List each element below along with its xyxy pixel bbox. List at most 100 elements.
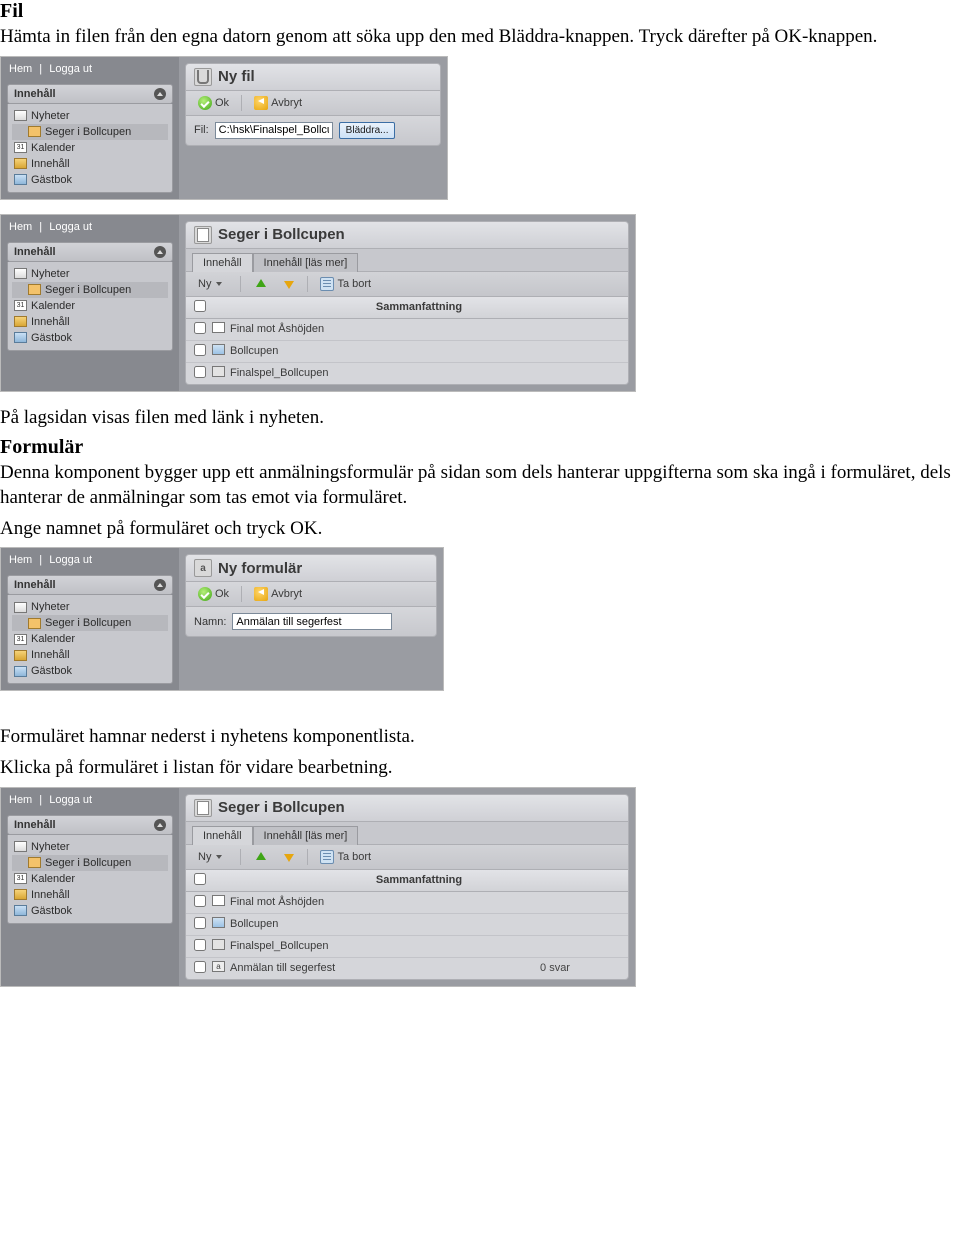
table-row[interactable]: Bollcupen — [186, 914, 628, 936]
folder-icon — [14, 158, 27, 169]
move-down-button[interactable] — [277, 849, 299, 865]
sidebar-item[interactable]: Innehåll — [12, 314, 168, 330]
book-icon — [14, 332, 27, 343]
table-row[interactable]: Anmälan till segerfest0 svar — [186, 958, 628, 979]
nav-logout-link[interactable]: Logga ut — [49, 794, 92, 806]
tab-innehall[interactable]: Innehåll — [192, 253, 253, 272]
sidebar-item[interactable]: Nyheter — [12, 108, 168, 124]
screenshot-content-list: Hem | Logga ut Innehåll Nyheter Seger i B… — [0, 214, 636, 392]
frm-icon — [212, 961, 225, 972]
row-summary: 0 svar — [490, 962, 620, 974]
ok-button[interactable]: Ok — [194, 95, 233, 111]
sidebar-item[interactable]: Innehåll — [12, 647, 168, 663]
remove-button[interactable]: Ta bort — [316, 849, 375, 865]
sidebar-item[interactable]: Nyheter — [12, 599, 168, 615]
row-checkbox[interactable] — [194, 961, 206, 973]
file-path-input[interactable] — [215, 122, 333, 139]
sidebar-item[interactable]: Innehåll — [12, 887, 168, 903]
nav-home-link[interactable]: Hem — [9, 554, 32, 566]
row-name: Finalspel_Bollcupen — [230, 940, 490, 952]
sidebar-item-label: Nyheter — [31, 268, 70, 280]
screenshot-content-list-with-form: Hem | Logga ut Innehåll NyheterSeger i B… — [0, 787, 636, 987]
row-name: Bollcupen — [230, 918, 490, 930]
top-nav: Hem | Logga ut — [1, 215, 179, 239]
sidebar-item[interactable]: Kalender — [12, 871, 168, 887]
select-all-checkbox[interactable] — [194, 300, 206, 312]
remove-label: Ta bort — [337, 278, 371, 290]
sidebar-nav: NyheterSeger i BollcupenKalenderInnehåll… — [7, 595, 173, 684]
move-down-button[interactable] — [277, 276, 299, 292]
nav-home-link[interactable]: Hem — [9, 794, 32, 806]
book-icon — [14, 174, 27, 185]
cancel-button[interactable]: Avbryt — [250, 586, 306, 602]
sidebar-item-label: Nyheter — [31, 841, 70, 853]
nav-logout-link[interactable]: Logga ut — [49, 63, 92, 75]
nav-logout-link[interactable]: Logga ut — [49, 554, 92, 566]
sidebar-item[interactable]: Nyheter — [12, 266, 168, 282]
sidebar-item[interactable]: Seger i Bollcupen — [12, 282, 168, 298]
box-icon — [28, 618, 41, 629]
sidebar-item[interactable]: Innehåll — [12, 156, 168, 172]
nav-logout-link[interactable]: Logga ut — [49, 221, 92, 233]
row-checkbox[interactable] — [194, 895, 206, 907]
sidebar-item[interactable]: Seger i Bollcupen — [12, 124, 168, 140]
cancel-button[interactable]: Avbryt — [250, 95, 306, 111]
cancel-icon — [254, 96, 268, 110]
row-checkbox[interactable] — [194, 344, 206, 356]
sidebar-item[interactable]: Seger i Bollcupen — [12, 855, 168, 871]
table-row[interactable]: Bollcupen — [186, 341, 628, 363]
table-body: Final mot Åshöjden Bollcupen Finalspel_Bol… — [186, 319, 628, 384]
table-row[interactable]: Finalspel_Bollcupen — [186, 363, 628, 384]
new-dropdown[interactable]: Ny — [194, 276, 232, 292]
sidebar-section-label: Innehåll — [14, 246, 56, 258]
sidebar-section-header[interactable]: Innehåll — [7, 575, 173, 595]
panel-title: Seger i Bollcupen — [218, 799, 345, 816]
sidebar-item[interactable]: Gästbok — [12, 330, 168, 346]
name-input[interactable] — [232, 613, 392, 630]
row-checkbox[interactable] — [194, 917, 206, 929]
move-up-button[interactable] — [249, 276, 271, 292]
chevron-down-icon — [214, 277, 228, 291]
sidebar-section-header[interactable]: Innehåll — [7, 815, 173, 835]
nav-home-link[interactable]: Hem — [9, 63, 32, 75]
sidebar-section-header[interactable]: Innehåll — [7, 242, 173, 262]
nav-home-link[interactable]: Hem — [9, 221, 32, 233]
arrow-down-icon — [281, 277, 295, 291]
row-name: Final mot Åshöjden — [230, 323, 490, 335]
tab-innehall[interactable]: Innehåll — [192, 826, 253, 845]
select-all-checkbox[interactable] — [194, 873, 206, 885]
table-row[interactable]: Final mot Åshöjden — [186, 892, 628, 914]
box-icon — [28, 857, 41, 868]
arrow-up-icon — [253, 850, 267, 864]
sidebar-section-header[interactable]: Innehåll — [7, 84, 173, 104]
cal-icon — [14, 634, 27, 645]
tab-innehall-lasmer[interactable]: Innehåll [läs mer] — [253, 253, 359, 272]
nav-separator: | — [39, 63, 42, 75]
sidebar-item[interactable]: Kalender — [12, 140, 168, 156]
sidebar-item[interactable]: Kalender — [12, 631, 168, 647]
sidebar-item[interactable]: Gästbok — [12, 903, 168, 919]
row-checkbox[interactable] — [194, 366, 206, 378]
page-icon — [194, 799, 212, 817]
ok-label: Ok — [215, 588, 229, 600]
txt-icon — [212, 322, 225, 333]
sidebar-item[interactable]: Gästbok — [12, 663, 168, 679]
book-icon — [14, 905, 27, 916]
table-row[interactable]: Finalspel_Bollcupen — [186, 936, 628, 958]
sidebar-item[interactable]: Kalender — [12, 298, 168, 314]
sidebar-item[interactable]: Seger i Bollcupen — [12, 615, 168, 631]
row-checkbox[interactable] — [194, 939, 206, 951]
list-toolbar: Ny Ta bort — [185, 272, 629, 297]
tab-innehall-lasmer[interactable]: Innehåll [läs mer] — [253, 826, 359, 845]
panel-header: a Ny formulär — [185, 554, 437, 582]
remove-button[interactable]: Ta bort — [316, 276, 375, 292]
browse-button[interactable]: Bläddra... — [339, 122, 396, 139]
sidebar-item[interactable]: Nyheter — [12, 839, 168, 855]
new-dropdown[interactable]: Ny — [194, 849, 232, 865]
table-row[interactable]: Final mot Åshöjden — [186, 319, 628, 341]
move-up-button[interactable] — [249, 849, 271, 865]
sidebar-item[interactable]: Gästbok — [12, 172, 168, 188]
row-name: Finalspel_Bollcupen — [230, 367, 490, 379]
ok-button[interactable]: Ok — [194, 586, 233, 602]
row-checkbox[interactable] — [194, 322, 206, 334]
